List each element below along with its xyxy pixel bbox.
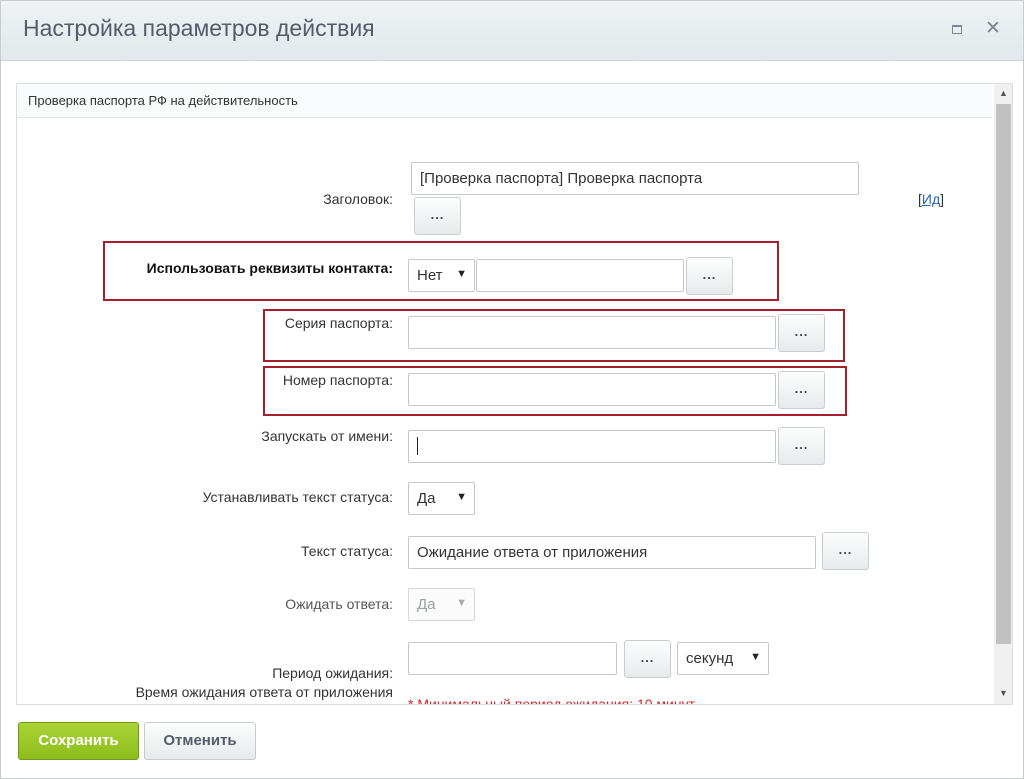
id-link[interactable]: Ид <box>922 191 940 207</box>
wait-period-sublabel: Время ожидания ответа от приложения <box>135 684 393 700</box>
title-label: Заголовок: <box>323 191 393 207</box>
use-contact-select[interactable]: Нет ▼ <box>408 259 475 292</box>
status-text-input[interactable]: Ожидание ответа от приложения <box>408 536 816 569</box>
dialog-title: Настройка параметров действия <box>23 15 375 41</box>
action-settings-dialog: Настройка параметров действия ✕ Проверка… <box>0 0 1024 779</box>
wait-period-unit-value: секунд <box>686 650 734 667</box>
chevron-down-icon: ▼ <box>456 597 467 609</box>
wait-period-input[interactable] <box>408 642 617 675</box>
status-text-dots-button[interactable]: ... <box>822 532 869 570</box>
passport-number-input[interactable] <box>408 373 776 406</box>
passport-series-input[interactable] <box>408 316 776 349</box>
text-caret <box>417 436 418 455</box>
id-link-bracket-close: ] <box>940 191 945 207</box>
wait-period-unit-select[interactable]: секунд ▼ <box>677 642 769 675</box>
wait-period-note: * Минимальный период ожидания: 10 минут <box>408 696 695 705</box>
id-link-wrapper: [Ид] <box>918 191 944 207</box>
use-contact-input[interactable] <box>476 259 684 292</box>
passport-number-dots-button[interactable]: ... <box>778 371 825 409</box>
use-contact-dots-button[interactable]: ... <box>686 257 733 295</box>
scroll-thumb[interactable] <box>996 104 1011 644</box>
wait-response-select-value: Да <box>417 596 436 613</box>
cancel-button[interactable]: Отменить <box>144 722 256 760</box>
vertical-scrollbar[interactable]: ▲ ▼ <box>994 84 1012 704</box>
chevron-down-icon: ▼ <box>456 268 467 280</box>
scroll-down-arrow-icon[interactable]: ▼ <box>999 688 1008 698</box>
close-icon[interactable]: ✕ <box>985 19 1001 38</box>
run-as-dots-button[interactable]: ... <box>778 427 825 465</box>
passport-series-label: Серия паспорта: <box>284 315 393 331</box>
run-as-label: Запускать от имени: <box>261 428 393 444</box>
use-contact-select-value: Нет <box>417 267 443 284</box>
set-status-label: Устанавливать текст статуса: <box>202 489 393 505</box>
wait-response-label: Ожидать ответа: <box>285 596 393 612</box>
activity-subtitle: Проверка паспорта РФ на действительность <box>17 84 992 118</box>
dialog-titlebar: Настройка параметров действия ✕ <box>1 1 1023 61</box>
run-as-input[interactable] <box>408 430 776 463</box>
save-button[interactable]: Сохранить <box>18 722 139 760</box>
passport-number-label: Номер паспорта: <box>282 372 393 388</box>
scroll-up-arrow-icon[interactable]: ▲ <box>999 88 1008 98</box>
title-input[interactable]: [Проверка паспорта] Проверка паспорта <box>411 162 859 195</box>
use-contact-label: Использовать реквизиты контакта: <box>146 260 393 276</box>
maximize-icon[interactable] <box>949 21 965 37</box>
set-status-select-value: Да <box>417 490 436 507</box>
dialog-content: Проверка паспорта РФ на действительность… <box>16 83 1013 705</box>
chevron-down-icon: ▼ <box>750 651 761 663</box>
wait-period-label: Период ожидания: <box>272 665 393 681</box>
wait-period-dots-button[interactable]: ... <box>624 640 671 678</box>
passport-series-dots-button[interactable]: ... <box>778 314 825 352</box>
status-text-label: Текст статуса: <box>301 543 393 559</box>
wait-response-select: Да ▼ <box>408 588 475 621</box>
chevron-down-icon: ▼ <box>456 491 467 503</box>
title-dots-button[interactable]: ... <box>414 197 461 235</box>
set-status-select[interactable]: Да ▼ <box>408 482 475 515</box>
